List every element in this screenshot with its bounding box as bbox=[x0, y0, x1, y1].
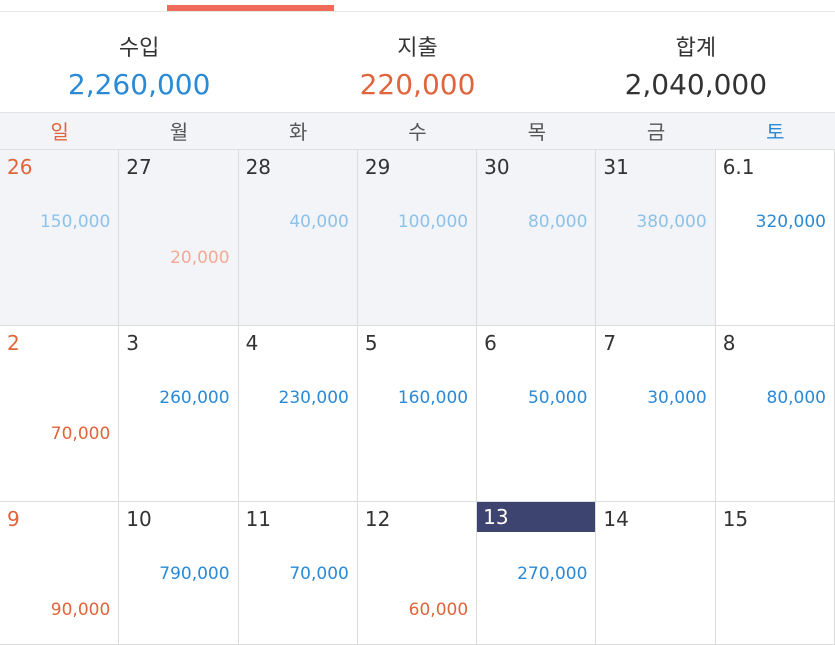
day-number: 9 bbox=[7, 507, 20, 531]
calendar-day-cell[interactable]: 10 790,000 bbox=[119, 502, 239, 645]
weekday-saturday: 토 bbox=[766, 120, 785, 144]
calendar-day-cell[interactable]: 4 230,000 bbox=[238, 326, 358, 502]
summary-bar: 수입 2,260,000 지출 220,000 합계 2,040,000 bbox=[0, 12, 835, 112]
weekday-thursday: 목 bbox=[527, 120, 546, 144]
day-income: 80,000 bbox=[527, 212, 588, 232]
calendar-day-cell[interactable]: 26 150,000 bbox=[0, 150, 120, 326]
calendar-day-cell[interactable]: 2 70,000 bbox=[0, 326, 120, 502]
calendar-day-cell[interactable]: 9 90,000 bbox=[0, 502, 120, 645]
weekday-header: 일 월 화 수 목 금 토 bbox=[0, 112, 835, 150]
day-expense: 70,000 bbox=[50, 424, 111, 444]
day-number: 4 bbox=[245, 331, 259, 355]
calendar-grid: 26 150,000 27 20,000 28 40,000 29 100,000 30 80,0… bbox=[0, 150, 835, 645]
day-income: 270,000 bbox=[517, 564, 588, 584]
day-income: 150,000 bbox=[39, 212, 111, 232]
calendar-day-cell[interactable]: 27 20,000 bbox=[119, 150, 239, 326]
summary-total-value: 2,040,000 bbox=[624, 68, 768, 101]
day-income: 380,000 bbox=[636, 212, 707, 232]
day-number: 30 bbox=[484, 155, 510, 179]
day-number: 6.1 bbox=[722, 155, 755, 179]
day-number: 11 bbox=[245, 507, 272, 531]
day-number: 26 bbox=[7, 155, 33, 179]
summary-expense-label: 지출 bbox=[397, 36, 438, 61]
day-number: 3 bbox=[126, 331, 140, 355]
calendar-day-cell[interactable]: 6 50,000 bbox=[477, 326, 597, 502]
calendar-day-cell[interactable]: 13 270,000 bbox=[477, 502, 597, 645]
summary-expense-value: 220,000 bbox=[359, 68, 476, 101]
day-number: 28 bbox=[245, 155, 272, 179]
calendar-day-cell[interactable]: 5 160,000 bbox=[357, 326, 478, 502]
weekday-tuesday: 화 bbox=[289, 120, 308, 144]
summary-income-value: 2,260,000 bbox=[67, 68, 211, 101]
weekday-monday: 월 bbox=[169, 120, 189, 144]
calendar-day-cell[interactable]: 31 380,000 bbox=[596, 150, 716, 326]
calendar-day-cell[interactable]: 6.1 320,000 bbox=[715, 150, 835, 326]
calendar-day-cell[interactable]: 8 80,000 bbox=[715, 326, 835, 502]
calendar-day-cell[interactable]: 12 60,000 bbox=[357, 502, 478, 645]
top-tab-bar bbox=[0, 0, 835, 12]
day-number: 8 bbox=[722, 331, 736, 355]
summary-income-label: 수입 bbox=[118, 36, 160, 61]
day-number: 2 bbox=[7, 331, 20, 355]
day-expense: 90,000 bbox=[50, 600, 111, 620]
day-income: 100,000 bbox=[397, 212, 469, 232]
day-number: 31 bbox=[603, 155, 629, 179]
summary-total: 합계 2,040,000 bbox=[557, 12, 835, 112]
day-number: 13 bbox=[477, 502, 596, 532]
day-number: 14 bbox=[603, 507, 629, 531]
day-number: 29 bbox=[364, 155, 391, 179]
day-income: 30,000 bbox=[647, 388, 707, 408]
calendar-day-cell[interactable]: 29 100,000 bbox=[357, 150, 478, 326]
weekday-friday: 금 bbox=[646, 120, 666, 144]
day-income: 80,000 bbox=[766, 388, 826, 408]
day-expense: 60,000 bbox=[408, 600, 469, 620]
day-number: 12 bbox=[364, 507, 391, 531]
summary-total-label: 합계 bbox=[675, 36, 717, 61]
active-tab-indicator bbox=[167, 5, 334, 11]
calendar-day-cell[interactable]: 28 40,000 bbox=[238, 150, 358, 326]
calendar-day-cell[interactable]: 11 70,000 bbox=[238, 502, 358, 645]
calendar-day-cell[interactable]: 7 30,000 bbox=[596, 326, 716, 502]
day-income: 230,000 bbox=[278, 388, 349, 408]
calendar-day-cell[interactable]: 30 80,000 bbox=[477, 150, 597, 326]
calendar-day-cell[interactable]: 15 bbox=[715, 502, 835, 645]
day-number: 10 bbox=[126, 507, 152, 531]
weekday-wednesday: 수 bbox=[408, 120, 427, 144]
day-number: 15 bbox=[722, 507, 749, 531]
weekday-sunday: 일 bbox=[50, 120, 69, 144]
day-number: 6 bbox=[484, 331, 497, 355]
calendar-day-cell[interactable]: 14 bbox=[596, 502, 716, 645]
day-number: 27 bbox=[126, 155, 152, 179]
day-income: 40,000 bbox=[289, 212, 349, 232]
day-income: 320,000 bbox=[755, 212, 826, 232]
day-number: 7 bbox=[603, 331, 617, 355]
day-income: 70,000 bbox=[289, 564, 349, 584]
summary-income: 수입 2,260,000 bbox=[0, 12, 278, 112]
day-income: 260,000 bbox=[159, 388, 230, 408]
day-income: 50,000 bbox=[527, 388, 588, 408]
day-income: 160,000 bbox=[397, 388, 469, 408]
summary-expense: 지출 220,000 bbox=[278, 12, 556, 112]
day-expense: 20,000 bbox=[170, 248, 230, 268]
calendar-day-cell[interactable]: 3 260,000 bbox=[119, 326, 239, 502]
day-number: 5 bbox=[364, 331, 378, 355]
day-income: 790,000 bbox=[159, 564, 230, 584]
